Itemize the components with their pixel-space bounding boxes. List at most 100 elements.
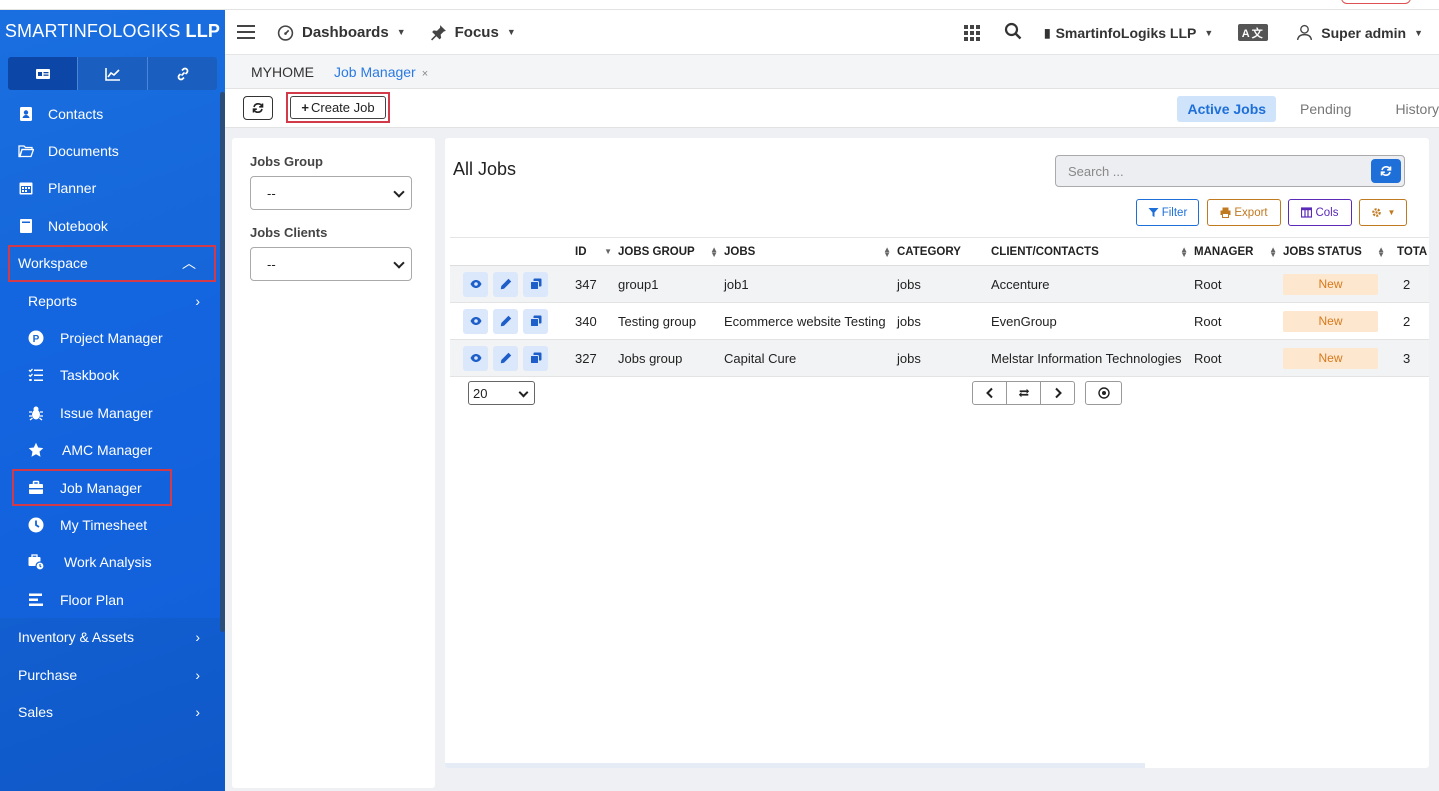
cell-manager: Root [1194,339,1283,377]
user-dropdown[interactable]: Super admin ▼ [1296,24,1423,41]
settings-dropdown-button[interactable]: ▼ [1359,199,1407,226]
sidebar-item-job-manager[interactable]: Job Manager [12,468,172,507]
column-header-label: TOTA [1397,245,1428,258]
table-row[interactable]: 347 group1 job1 jobs Accenture Root New … [450,265,1429,303]
target-button[interactable] [1085,381,1122,405]
create-job-button[interactable]: + Create Job [290,96,386,119]
chevron-left-icon [985,387,993,399]
brand-logo[interactable]: SMARTINFOLOGIKS LLP [0,10,225,52]
sidebar-item-reports[interactable]: Reports › [0,282,220,319]
sidebar-item-project-manager[interactable]: P Project Manager [0,319,220,356]
export-label: Export [1234,206,1268,219]
jobs-group-select[interactable]: -- [250,176,412,210]
tab-myhome[interactable]: MYHOME [251,64,314,80]
tab-job-manager[interactable]: Job Manager × [334,64,428,80]
search-input[interactable] [1056,156,1366,186]
sidebar-item-purchase[interactable]: Purchase › [0,656,220,693]
sidebar-item-workspace[interactable]: Workspace ︿ [8,244,216,282]
company-dropdown[interactable]: ▮ SmartinfoLogiks LLP ▼ [1044,25,1213,41]
sidebar-item-notebook[interactable]: Notebook [0,207,220,244]
focus-dropdown[interactable]: Focus ▼ [430,24,516,41]
svg-text:P: P [33,334,40,345]
calendar-icon [18,180,34,196]
prev-page-button[interactable] [972,381,1007,405]
table-row[interactable]: 327 Jobs group Capital Cure jobs Melstar… [450,339,1429,377]
copy-icon[interactable] [523,308,548,334]
sidebar-item-sales[interactable]: Sales › [0,693,220,730]
tab-active-jobs[interactable]: Active Jobs [1177,96,1277,122]
pushpin-icon [430,24,446,40]
col-manager[interactable]: MANAGER ▲ ▼ [1194,237,1283,266]
tab-history[interactable]: History [1385,96,1439,122]
col-jobs-status[interactable]: JOBS STATUS ▲ ▼ [1283,237,1397,266]
create-job-label: Create Job [311,100,375,115]
sidebar-item-work-analysis[interactable]: Work Analysis [0,544,220,581]
horizontal-scrollbar[interactable] [445,763,1145,768]
cell-manager: Root [1194,302,1283,340]
cell-category: jobs [897,265,991,303]
column-header-label: ID [575,245,587,258]
hamburger-menu-icon[interactable] [237,25,255,39]
search-icon[interactable] [1004,22,1022,43]
jobs-clients-label: Jobs Clients [250,225,328,240]
sidebar-item-amc-manager[interactable]: AMC Manager [0,432,220,469]
columns-button[interactable]: Cols [1288,199,1352,226]
cell-jobs: Capital Cure [724,339,897,377]
plus-icon: + [301,100,309,115]
sidebar-tab-charts[interactable] [78,57,148,90]
col-jobs-group[interactable]: JOBS GROUP ▲ ▼ [618,237,724,266]
sidebar-item-my-timesheet[interactable]: My Timesheet [0,506,220,543]
sidebar-item-issue-manager[interactable]: Issue Manager [0,394,220,431]
sidebar-item-taskbook[interactable]: Taskbook [0,357,220,394]
search-refresh-button[interactable] [1371,159,1401,183]
status-badge: New [1283,347,1378,369]
language-icon[interactable]: A文 [1238,24,1269,41]
sidebar-item-documents[interactable]: Documents [0,132,220,169]
col-jobs[interactable]: JOBS ▲ ▼ [724,237,897,266]
pagination [972,381,1122,405]
user-name: Super admin [1321,24,1407,41]
copy-icon[interactable] [523,345,548,371]
sort-icon: ▲ ▼ [1377,245,1385,259]
sidebar-item-contacts[interactable]: Contacts [0,95,220,132]
jobs-group-label: Jobs Group [250,154,323,169]
cell-jobs: Ecommerce website Testing [724,302,897,340]
column-header-label: JOBS STATUS [1283,245,1362,258]
next-page-button[interactable] [1040,381,1075,405]
project-p-icon: P [28,330,44,346]
refresh-button[interactable] [243,96,273,120]
jobs-clients-select[interactable]: -- [250,247,412,281]
filter-button[interactable]: Filter [1136,199,1199,226]
edit-pencil-icon[interactable] [493,345,518,371]
col-client-contacts[interactable]: CLIENT/CONTACTS ▲ ▼ [991,237,1194,266]
view-eye-icon[interactable] [463,345,488,371]
view-eye-icon[interactable] [463,271,488,297]
task-list-icon [28,367,44,383]
cell-total: 3 [1397,339,1429,377]
tab-pending[interactable]: Pending [1290,96,1361,122]
close-icon[interactable]: × [422,68,428,80]
sidebar-tab-links[interactable] [148,57,217,90]
row-actions [450,302,575,340]
copy-icon[interactable] [523,271,548,297]
col-total[interactable]: TOTA [1397,237,1429,266]
apps-grid-icon[interactable] [963,24,980,41]
sidebar-item-planner[interactable]: Planner [0,170,220,207]
reload-page-button[interactable] [1006,381,1041,405]
col-id[interactable]: ID ▼ [575,237,618,266]
dashboards-dropdown[interactable]: Dashboards ▼ [277,24,406,41]
sidebar-item-inventory-assets[interactable]: Inventory & Assets › [0,618,220,655]
edit-pencil-icon[interactable] [493,308,518,334]
table-row[interactable]: 340 Testing group Ecommerce website Test… [450,302,1429,340]
sidebar-scrollbar[interactable] [220,92,225,632]
col-category[interactable]: CATEGORY [897,237,991,266]
sidebar-item-floor-plan[interactable]: Floor Plan [0,581,220,618]
page-size-select[interactable]: 20 [468,381,535,405]
edit-pencil-icon[interactable] [493,271,518,297]
view-eye-icon[interactable] [463,308,488,334]
sidebar-item-label: Taskbook [60,367,120,384]
export-button[interactable]: Export [1207,199,1281,226]
row-actions [450,265,575,303]
sidebar-tab-cards[interactable] [8,57,78,90]
sort-icon: ▲ ▼ [710,245,718,259]
